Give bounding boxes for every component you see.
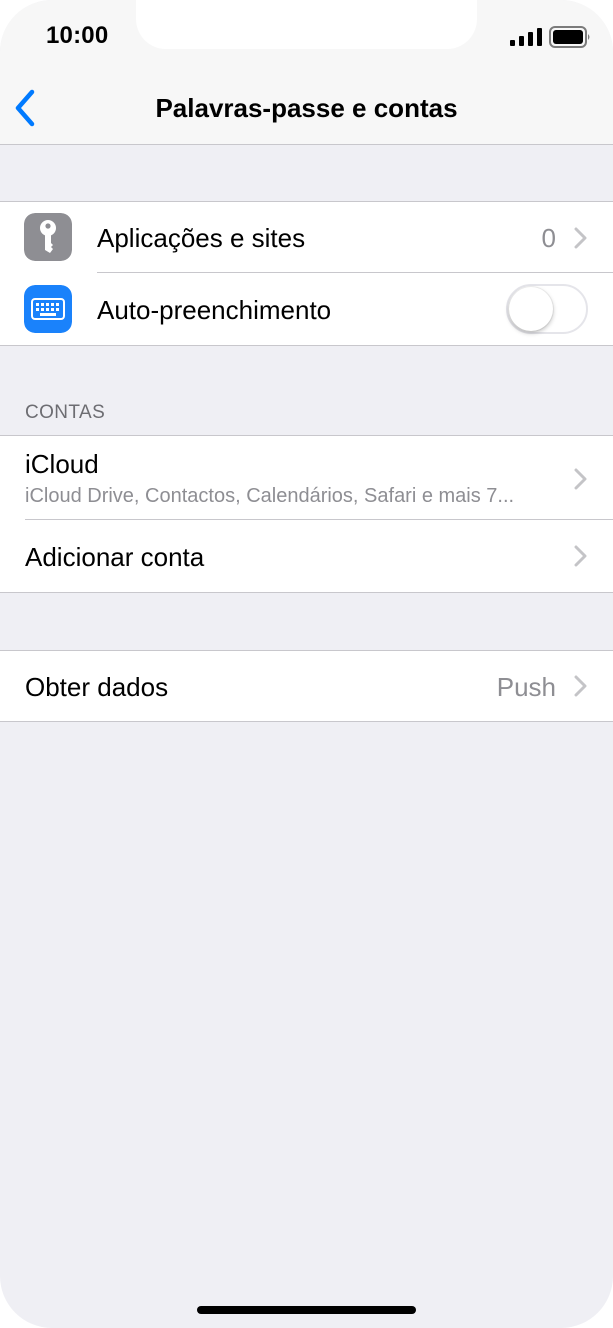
fetch-data-value: Push — [496, 672, 556, 702]
icloud-label: iCloud — [25, 449, 99, 479]
fetch-data-label: Obter dados — [25, 672, 169, 702]
navigation-bar: Palavras-passe e contas — [0, 72, 613, 145]
autofill-label: Auto-preenchimento — [97, 295, 332, 325]
apps-and-sites-row[interactable]: Aplicações e sites 0 — [0, 202, 613, 273]
autofill-toggle[interactable] — [506, 284, 588, 334]
signal-icon — [510, 28, 542, 46]
apps-and-sites-label: Aplicações e sites — [97, 223, 306, 253]
add-account-row[interactable]: Adicionar conta — [0, 520, 613, 592]
phone-screen: 10:00 Palavras-passe e contas Aplicações… — [0, 0, 613, 1328]
apps-and-sites-count: 0 — [541, 223, 556, 253]
fetch-data-group: Obter dados Push — [0, 650, 613, 722]
notch — [136, 0, 477, 49]
toggle-knob — [509, 287, 553, 331]
status-bar: 10:00 — [0, 0, 613, 72]
fetch-data-row[interactable]: Obter dados Push — [0, 651, 613, 721]
battery-icon — [549, 26, 590, 48]
autofill-row: Auto-preenchimento — [0, 273, 613, 345]
accounts-group: iCloud iCloud Drive, Contactos, Calendár… — [0, 435, 613, 593]
chevron-right-icon — [574, 227, 587, 249]
status-time: 10:00 — [46, 22, 109, 49]
chevron-right-icon — [574, 468, 587, 490]
passwords-group: Aplicações e sites 0 Auto-preenchimento — [0, 201, 613, 346]
key-icon — [24, 213, 72, 261]
chevron-right-icon — [574, 545, 587, 567]
icloud-row[interactable]: iCloud iCloud Drive, Contactos, Calendár… — [0, 436, 613, 520]
keyboard-icon — [24, 285, 72, 333]
home-indicator[interactable] — [197, 1306, 416, 1314]
chevron-right-icon — [574, 675, 587, 697]
page-title: Palavras-passe e contas — [155, 93, 458, 123]
icloud-detail: iCloud Drive, Contactos, Calendários, Sa… — [25, 485, 515, 507]
accounts-section-header: CONTAS — [25, 402, 106, 423]
add-account-label: Adicionar conta — [25, 542, 205, 572]
